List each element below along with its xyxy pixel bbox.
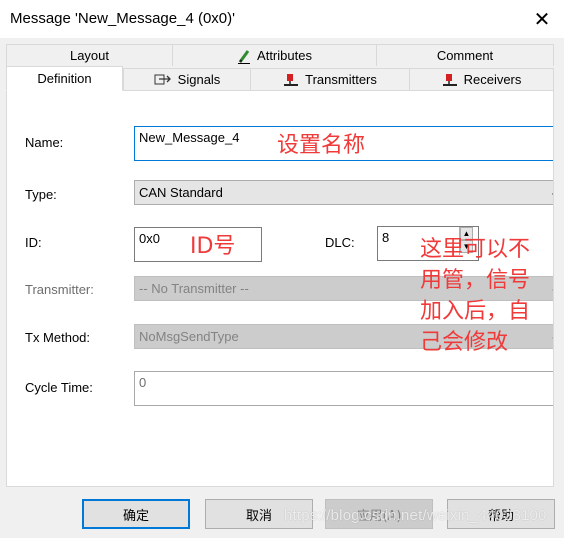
chevron-down-icon: ⌄ <box>550 282 553 295</box>
type-value: CAN Standard <box>139 185 223 200</box>
name-annotation: 设置名称 <box>277 133 366 158</box>
dlc-annotation-line: 加入后，自 <box>420 299 531 324</box>
dlc-annotation: 这里可以不 用管，信号 加入后，自 己会修改 <box>420 234 530 358</box>
cycle-time-label: Cycle Time: <box>25 380 93 395</box>
tab-label: Definition <box>37 71 92 86</box>
cycle-time-value: 0 <box>139 375 147 390</box>
title-bar: Message 'New_Message_4 (0x0)' ✕ <box>0 0 564 38</box>
tab-transmitters[interactable]: Transmitters <box>250 68 410 90</box>
tx-method-label: Tx Method: <box>25 330 91 345</box>
ok-button[interactable]: 确定 <box>82 499 190 529</box>
transmitter-icon <box>283 73 299 87</box>
tx-method-value: NoMsgSendType <box>139 329 239 344</box>
tab-signals[interactable]: Signals <box>123 68 251 90</box>
id-annotation: ID号 <box>190 234 236 259</box>
dlc-label: DLC: <box>325 235 355 250</box>
tab-layout[interactable]: Layout <box>6 44 173 66</box>
dlc-annotation-line: 这里可以不 <box>420 237 531 262</box>
pencil-icon <box>237 48 251 64</box>
tab-label: Layout <box>69 48 110 63</box>
name-label: Name: <box>25 135 64 150</box>
window-title: Message 'New_Message_4 (0x0)' <box>10 10 235 27</box>
cycle-time-input[interactable]: 0 <box>134 371 553 406</box>
id-label: ID: <box>25 235 42 250</box>
chevron-down-icon: ⌄ <box>550 330 553 343</box>
tab-label: Transmitters <box>305 72 377 87</box>
watermark: https://blog.csdn.net/weixin_44028100 <box>284 507 547 524</box>
name-value: New_Message_4 <box>139 130 240 145</box>
ok-button-label: 确定 <box>122 508 149 524</box>
tab-comment[interactable]: Comment <box>376 44 554 66</box>
dlc-annotation-line: 己会修改 <box>420 330 509 355</box>
close-button[interactable]: ✕ <box>522 4 562 34</box>
close-icon: ✕ <box>533 8 551 31</box>
transmitter-label: Transmitter: <box>25 282 94 297</box>
transmitter-value: -- No Transmitter -- <box>139 281 249 296</box>
tab-label: Receivers <box>463 72 522 87</box>
id-value: 0x0 <box>139 231 160 246</box>
tab-definition[interactable]: Definition <box>6 66 123 91</box>
tab-label: Comment <box>436 48 494 63</box>
tab-receivers[interactable]: Receivers <box>409 68 554 90</box>
tab-label: Attributes <box>257 48 312 63</box>
dlc-annotation-line: 用管，信号 <box>420 268 531 293</box>
type-label: Type: <box>25 187 57 202</box>
receiver-icon <box>442 73 458 87</box>
tab-label: Signals <box>177 72 221 87</box>
type-select[interactable]: CAN Standard ⌄ <box>134 180 553 205</box>
chevron-down-icon: ⌄ <box>550 186 553 199</box>
cancel-button-label: 取消 <box>245 508 272 524</box>
dlc-value: 8 <box>382 230 390 245</box>
tab-attributes[interactable]: Attributes <box>172 44 377 66</box>
signals-icon <box>154 73 172 87</box>
definition-panel: Name: New_Message_4 设置名称 Type: CAN Stand… <box>6 90 554 487</box>
